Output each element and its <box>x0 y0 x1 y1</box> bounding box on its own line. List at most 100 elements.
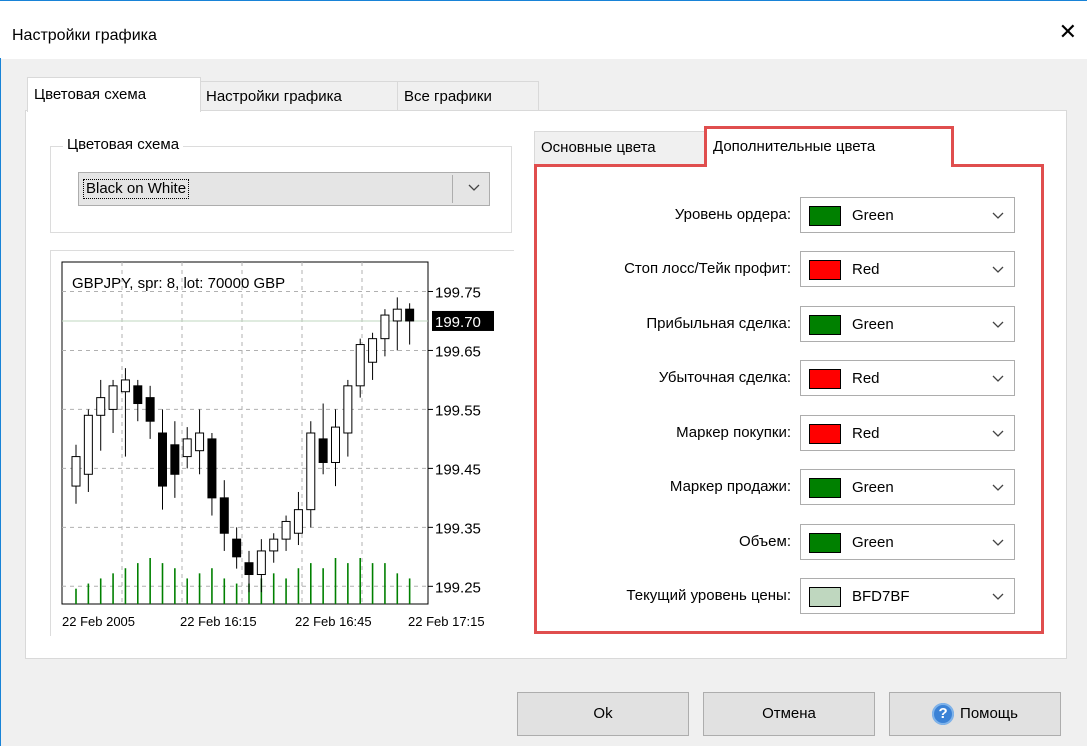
color-name: Green <box>852 316 894 333</box>
chart-current-price-label: 199.70 <box>435 314 481 331</box>
chart-candle-body <box>207 438 217 499</box>
chart-candle-body <box>281 520 291 540</box>
chart-title: GBPJPY, spr: 8, lot: 70000 GBP <box>72 275 285 292</box>
sell-marker-color-select[interactable]: Green <box>800 469 1015 505</box>
chart-candle-body <box>318 438 328 463</box>
chart-candle-body <box>368 338 378 363</box>
chart-y-tick-label: 199.25 <box>435 579 481 596</box>
chart-candle-body <box>83 414 93 475</box>
chart-candle-body <box>380 314 390 340</box>
row-label-current-price: Текущий уровень цены: <box>626 587 791 604</box>
color-swatch <box>809 369 841 389</box>
chart-candle-body <box>405 308 415 322</box>
color-swatch <box>809 315 841 335</box>
stoploss-color-select[interactable]: Red <box>800 251 1015 287</box>
chart-y-tick-label: 199.55 <box>435 402 481 419</box>
tab-color-scheme[interactable]: Цветовая схема <box>27 77 201 112</box>
row-label-order-level: Уровень ордера: <box>674 206 791 223</box>
color-swatch <box>809 424 841 444</box>
chart-candle-body <box>133 385 143 405</box>
row-label-sell-marker: Маркер продажи: <box>669 478 791 495</box>
scheme-select[interactable]: Black on White <box>78 172 490 206</box>
help-button[interactable]: ? Помощь <box>889 692 1061 736</box>
color-swatch <box>809 587 841 607</box>
chart-candle-body <box>232 538 242 558</box>
chart-candle-body <box>182 438 192 458</box>
extra-colors-panel <box>534 164 1044 634</box>
chart-preview: 199.75 199.65 199.55 199.45 199.35 199.25 199.… <box>61 261 494 629</box>
chart-candle-body <box>269 538 279 552</box>
chart-x-tick-label: 22 Feb 16:45 <box>295 614 372 629</box>
window-border <box>0 58 1 746</box>
chart-candle-body <box>158 432 167 487</box>
chevron-down-icon <box>992 539 1004 546</box>
ok-button[interactable]: Ok <box>517 692 689 736</box>
chart-candle-body <box>120 379 130 393</box>
chart-candle-body <box>108 385 118 410</box>
chart-candle-body <box>331 426 340 463</box>
chart-x-tick-label: 22 Feb 2005 <box>62 614 135 629</box>
chart-candle-body <box>392 308 402 322</box>
chart-candle-body <box>244 562 254 576</box>
order-level-color-select[interactable]: Green <box>800 197 1015 233</box>
row-label-stoploss: Стоп лосс/Тейк профит: <box>624 260 791 277</box>
subtab-extra-colors[interactable]: Дополнительные цвета <box>704 126 954 167</box>
chevron-down-icon <box>468 184 480 191</box>
chart-plot-area <box>61 261 429 605</box>
color-name: Red <box>852 370 880 387</box>
chart-x-tick-label: 22 Feb 17:15 <box>408 614 485 629</box>
scheme-select-value: Black on White <box>83 179 190 199</box>
color-name: Red <box>852 425 880 442</box>
chevron-down-icon <box>992 266 1004 273</box>
chevron-down-icon <box>992 593 1004 600</box>
chart-candle-body <box>145 397 155 422</box>
chart-candle-body <box>96 397 106 416</box>
chart-candle-body <box>71 456 81 487</box>
title-bar: Настройки графика ✕ <box>0 0 1087 59</box>
chevron-down-icon <box>992 212 1004 219</box>
chart-candle-body <box>293 509 303 534</box>
chart-y-tick-label: 199.65 <box>435 343 481 360</box>
color-name: Green <box>852 207 894 224</box>
help-button-label: Помощь <box>960 705 1018 722</box>
row-label-volume: Объем: <box>739 533 791 550</box>
chevron-down-icon <box>992 430 1004 437</box>
chart-candle-body <box>355 344 365 387</box>
combo-separator <box>452 175 453 203</box>
chart-candle-body <box>219 497 229 534</box>
help-icon: ? <box>932 703 955 726</box>
volume-color-select[interactable]: Green <box>800 524 1015 560</box>
chevron-down-icon <box>992 484 1004 491</box>
tab-chart-settings[interactable]: Настройки графика <box>199 81 398 111</box>
current-price-color-select[interactable]: BFD7BF <box>800 578 1015 614</box>
chart-y-tick-label: 199.35 <box>435 520 481 537</box>
row-label-buy-marker: Маркер покупки: <box>676 424 791 441</box>
chart-candle-body <box>256 550 266 576</box>
subtab-basic-colors[interactable]: Основные цвета <box>534 131 708 164</box>
row-label-loss-trade: Убыточная сделка: <box>658 369 791 386</box>
chart-x-tick-label: 22 Feb 16:15 <box>180 614 257 629</box>
color-name: BFD7BF <box>852 588 910 605</box>
color-swatch <box>809 478 841 498</box>
window-title: Настройки графика <box>12 27 157 44</box>
profit-trade-color-select[interactable]: Green <box>800 306 1015 342</box>
chart-candle-body <box>343 385 353 434</box>
chart-candle-body <box>195 432 205 452</box>
color-name: Green <box>852 534 894 551</box>
close-icon[interactable]: ✕ <box>1059 21 1077 43</box>
chart-candle-body <box>170 444 180 475</box>
chart-candle-body <box>306 432 316 511</box>
tab-all-charts[interactable]: Все графики <box>397 81 539 111</box>
chevron-down-icon <box>992 321 1004 328</box>
chevron-down-icon <box>992 375 1004 382</box>
color-name: Red <box>852 261 880 278</box>
scheme-legend: Цветовая схема <box>63 136 184 153</box>
cancel-button[interactable]: Отмена <box>703 692 875 736</box>
loss-trade-color-select[interactable]: Red <box>800 360 1015 396</box>
chart-y-tick-label: 199.75 <box>435 284 481 301</box>
color-swatch <box>809 206 841 226</box>
color-swatch <box>809 533 841 553</box>
buy-marker-color-select[interactable]: Red <box>800 415 1015 451</box>
color-swatch <box>809 260 841 280</box>
row-label-profit-trade: Прибыльная сделка: <box>646 315 791 332</box>
